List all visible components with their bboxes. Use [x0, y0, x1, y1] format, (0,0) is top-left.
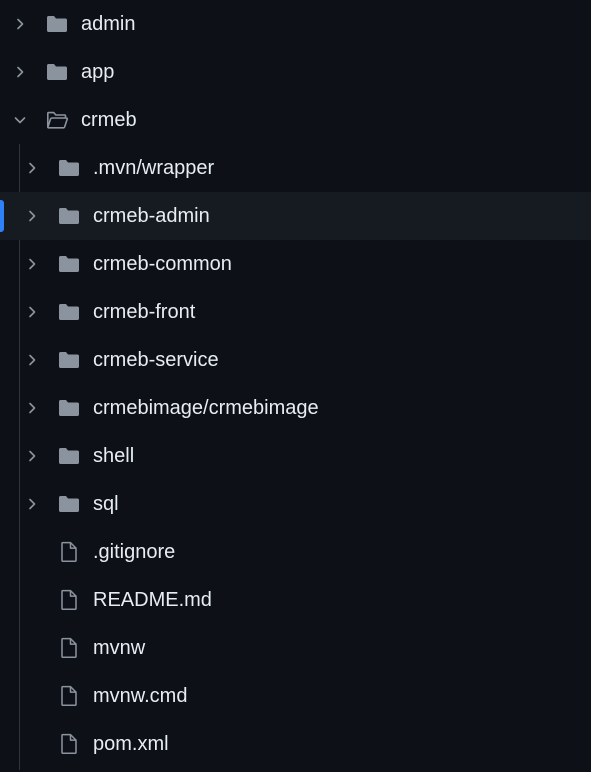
chevron-right-icon[interactable] [24, 256, 40, 272]
file-tree-item-label: mvnw.cmd [93, 685, 188, 707]
file-tree-item-label: mvnw [93, 637, 146, 659]
file-icon [57, 540, 81, 564]
file-tree-file-row[interactable]: README.md [0, 576, 591, 624]
file-tree-file-row[interactable]: mvnw [0, 624, 591, 672]
file-tree-folder-row[interactable]: admin [0, 0, 591, 48]
file-tree-item-label: admin [81, 13, 136, 35]
chevron-right-icon[interactable] [12, 64, 28, 80]
file-tree-file-row[interactable]: .gitignore [0, 528, 591, 576]
file-tree-file-row[interactable]: mvnw.cmd [0, 672, 591, 720]
chevron-right-icon[interactable] [12, 16, 28, 32]
folder-icon [45, 60, 69, 84]
folder-icon [57, 396, 81, 420]
chevron-right-icon[interactable] [24, 160, 40, 176]
file-tree-folder-row[interactable]: crmeb-admin [0, 192, 591, 240]
chevron-right-icon[interactable] [24, 448, 40, 464]
file-tree-item-label: crmebimage/crmebimage [93, 397, 319, 419]
file-tree-item-label: README.md [93, 589, 212, 611]
chevron-right-icon[interactable] [24, 352, 40, 368]
folder-icon [57, 252, 81, 276]
file-tree-folder-row[interactable]: crmeb-service [0, 336, 591, 384]
file-tree-item-label: crmeb-front [93, 301, 196, 323]
folder-icon [57, 156, 81, 180]
folder-open-icon [45, 108, 69, 132]
folder-icon [57, 300, 81, 324]
chevron-right-icon[interactable] [24, 208, 40, 224]
file-tree-item-label: app [81, 61, 115, 83]
file-tree-folder-row[interactable]: crmeb-common [0, 240, 591, 288]
file-tree-item-label: crmeb-common [93, 253, 232, 275]
folder-icon [57, 348, 81, 372]
file-tree-item-label: .mvn/wrapper [93, 157, 215, 179]
file-tree-folder-row[interactable]: crmebimage/crmebimage [0, 384, 591, 432]
file-tree-folder-row[interactable]: crmeb-front [0, 288, 591, 336]
file-tree-folder-row[interactable]: shell [0, 432, 591, 480]
file-tree-item-label: crmeb-service [93, 349, 219, 371]
file-tree-file-row[interactable]: pom.xml [0, 720, 591, 768]
file-tree-item-label: shell [93, 445, 135, 467]
folder-icon [57, 444, 81, 468]
file-tree-item-label: sql [93, 493, 119, 515]
file-tree-folder-row[interactable]: .mvn/wrapper [0, 144, 591, 192]
file-tree: admin app crmeb .mvn/wrapper crmeb-admin crme… [0, 0, 591, 772]
file-tree-item-label: pom.xml [93, 733, 169, 755]
file-tree-folder-row[interactable]: crmeb [0, 96, 591, 144]
chevron-down-icon[interactable] [12, 112, 28, 128]
folder-icon [57, 204, 81, 228]
file-icon [57, 636, 81, 660]
active-row-indicator [0, 200, 4, 232]
file-tree-folder-row[interactable]: sql [0, 480, 591, 528]
file-tree-item-label: crmeb-admin [93, 205, 210, 227]
chevron-right-icon[interactable] [24, 496, 40, 512]
file-tree-folder-row[interactable]: app [0, 48, 591, 96]
file-tree-item-label: .gitignore [93, 541, 176, 563]
chevron-right-icon[interactable] [24, 304, 40, 320]
file-tree-item-label: crmeb [81, 109, 137, 131]
file-icon [57, 588, 81, 612]
chevron-right-icon[interactable] [24, 400, 40, 416]
file-icon [57, 732, 81, 756]
folder-icon [57, 492, 81, 516]
folder-icon [45, 12, 69, 36]
file-icon [57, 684, 81, 708]
